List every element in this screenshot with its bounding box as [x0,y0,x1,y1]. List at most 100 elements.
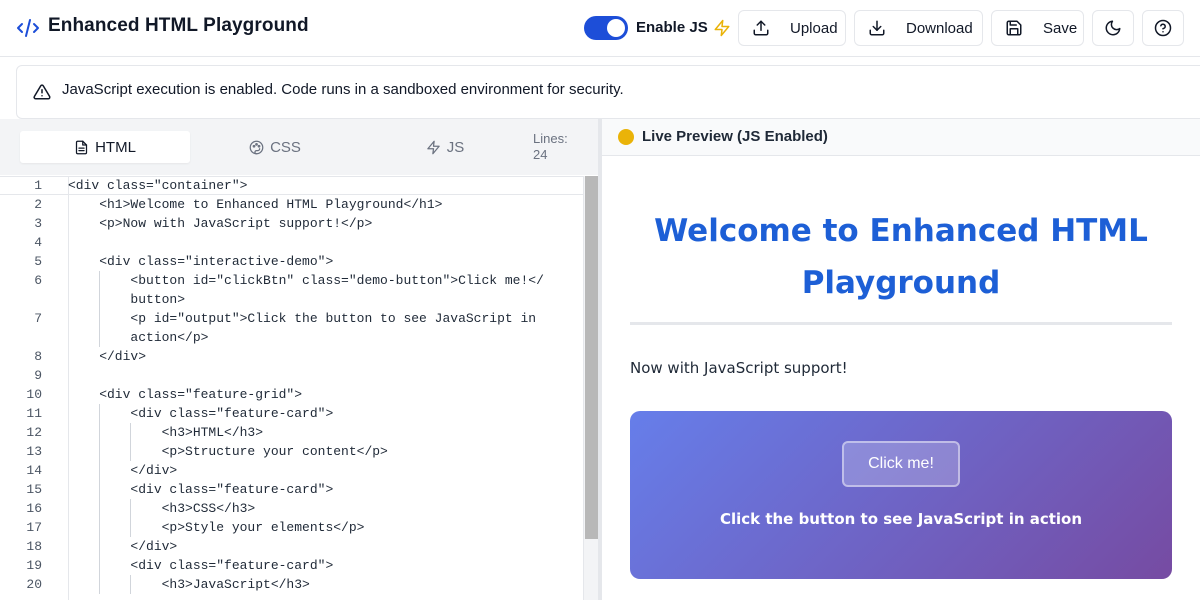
code-text: <div class="feature-grid"> [68,387,303,402]
indent-guide [99,290,101,309]
code-text: <h1>Welcome to Enhanced HTML Playground<… [68,197,443,212]
code-line: 9 [0,366,583,385]
code-line: 1 <div class="container"> [0,176,583,195]
code-text: </div> [68,463,178,478]
code-text: button> [68,292,186,307]
help-button[interactable] [1142,10,1184,46]
indent-guide [99,499,101,518]
code-text: <p>Style your elements</p> [68,520,365,535]
indent-guide [99,271,101,290]
code-line: 14 </div> [0,461,583,480]
code-line: 20 <h3>JavaScript</h3> [0,575,583,594]
tab-html-label: HTML [95,138,136,156]
download-button[interactable]: Download [854,10,983,46]
code-line: 15 <div class="feature-card"> [0,480,583,499]
indent-guide [99,518,101,537]
theme-toggle-button[interactable] [1092,10,1134,46]
code-text: action</p> [68,330,209,345]
code-line: 16 <h3>CSS</h3> [0,499,583,518]
indent-guide [99,328,101,347]
preview-title: Live Preview (JS Enabled) [642,128,828,145]
line-number: 1 [34,178,42,193]
code-text: <button id="clickBtn" class="demo-button… [68,273,544,288]
indent-guide [130,575,132,594]
code-line: 4 [0,233,583,252]
indent-guide [99,575,101,594]
line-number: 15 [26,482,42,497]
enable-js-label: Enable JS [636,19,708,36]
preview-heading: Welcome to Enhanced HTML Playground [654,213,1148,301]
code-text: <div class="feature-card"> [68,558,334,573]
indent-guide [130,518,132,537]
scrollbar-thumb[interactable] [585,176,598,539]
indent-guide [99,309,101,328]
tab-css[interactable]: CSS [190,131,360,163]
code-line: 11 <div class="feature-card"> [0,404,583,423]
code-text: <p id="output">Click the button to see J… [68,311,537,326]
upload-icon [753,20,769,36]
line-number: 6 [34,273,42,288]
code-line: 2 <h1>Welcome to Enhanced HTML Playgroun… [0,195,583,214]
code-line: 10 <div class="feature-grid"> [0,385,583,404]
indent-guide [130,442,132,461]
indent-guide [99,461,101,480]
tab-html[interactable]: HTML [20,131,190,163]
editor-scrollbar[interactable] [583,176,598,600]
line-number: 10 [26,387,42,402]
line-count-value: 24 [533,147,548,162]
demo-click-button[interactable]: Click me! [842,441,960,487]
code-text: <h3>JavaScript</h3> [68,577,310,592]
tab-css-label: CSS [270,138,301,156]
code-line: 12 <h3>HTML</h3> [0,423,583,442]
editor-panel: HTML CSS JS Lines: 24 1 <div class="cont… [0,119,598,600]
line-count-label: Lines: [533,131,568,146]
code-line: 7 <p id="output">Click the button to see… [0,309,583,328]
code-line: 8 </div> [0,347,583,366]
code-editor[interactable]: 1 <div class="container"> 2 <h1>Welcome to… [0,176,598,600]
indent-guide [99,423,101,442]
code-line: 5 <div class="interactive-demo"> [0,252,583,271]
save-label: Save [1043,19,1078,37]
line-number: 20 [26,577,42,592]
line-number: 8 [34,349,42,364]
upload-button[interactable]: Upload [738,10,846,46]
line-number: 14 [26,463,42,478]
save-icon [1006,20,1022,36]
code-text: <div class="interactive-demo"> [68,254,334,269]
code-line: button> [0,290,583,309]
indent-guide [130,499,132,518]
tab-js[interactable]: JS [360,131,530,163]
bolt-icon [426,140,440,154]
indent-guide [99,480,101,499]
moon-icon [1105,20,1121,36]
bolt-icon [714,19,730,37]
js-enabled-alert: JavaScript execution is enabled. Code ru… [16,65,1200,119]
line-number: 3 [34,216,42,231]
code-line: 13 <p>Structure your content</p> [0,442,583,461]
enable-js-toggle[interactable] [584,16,628,40]
code-text: <div class="feature-card"> [68,482,334,497]
preview-paragraph: Now with JavaScript support! [630,359,848,377]
code-text: <p>Structure your content</p> [68,444,388,459]
line-number: 11 [26,406,42,421]
palette-icon [249,140,264,154]
line-number: 12 [26,425,42,440]
line-number: 5 [34,254,42,269]
line-number: 19 [26,558,42,573]
indent-guide [99,537,101,556]
preview-panel: Live Preview (JS Enabled) Welcome to Enh… [602,119,1200,600]
app-header: Enhanced HTML Playground Enable JS Uploa… [0,0,1200,57]
code-text: <h3>CSS</h3> [68,501,256,516]
code-text: <h3>HTML</h3> [68,425,264,440]
code-text: <div class="container"> [68,178,248,193]
help-circle-icon [1154,19,1172,37]
alert-text: JavaScript execution is enabled. Code ru… [62,81,624,98]
code-line: 6 <button id="clickBtn" class="demo-butt… [0,271,583,290]
save-button[interactable]: Save [991,10,1084,46]
toggle-knob [607,19,625,37]
js-status-dot [618,129,634,145]
code-text: </div> [68,349,147,364]
code-line: 18 </div> [0,537,583,556]
code-icon [17,19,39,37]
line-number: 2 [34,197,42,212]
